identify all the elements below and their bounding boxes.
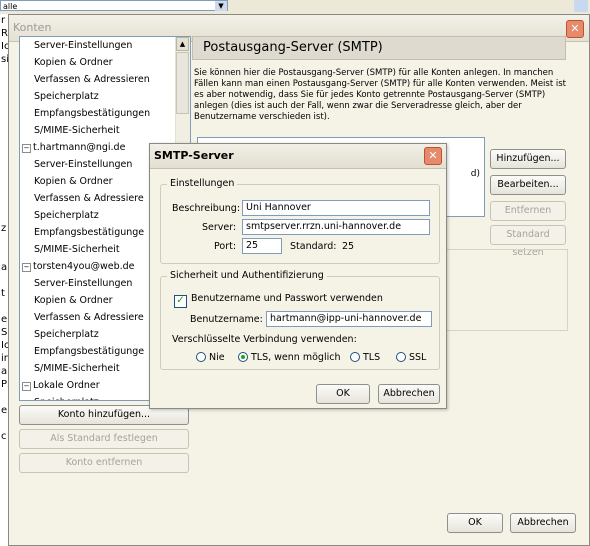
background-toolbar: alle ▼ <box>0 0 590 15</box>
tree-node-label: Speicherplatz <box>34 210 99 221</box>
tree-node-label: Lokale Ordner <box>33 380 100 391</box>
encryption-radio-label: SSL <box>409 352 427 363</box>
smtp-dialog-ok-button[interactable]: OK <box>316 384 370 404</box>
collapse-icon[interactable]: − <box>22 263 31 272</box>
tree-node-label: Speicherplatz <box>34 329 99 340</box>
use-auth-label: Benutzername und Passwort verwenden <box>191 293 383 304</box>
encryption-radio-label: TLS <box>363 352 381 363</box>
smtp-remove-button[interactable]: Entfernen <box>490 201 566 221</box>
encryption-radio[interactable]: SSL <box>396 352 426 363</box>
smtp-panel-description: Sie können hier die Postausgang-Server (… <box>194 68 566 122</box>
tree-settings-node[interactable]: Kopien & Ordner <box>20 54 190 71</box>
description-label: Beschreibung: <box>172 203 241 214</box>
tree-node-label: Empfangsbestätigunge <box>34 227 145 238</box>
scroll-up-icon[interactable]: ▲ <box>176 37 189 51</box>
encryption-label: Verschlüsselte Verbindung verwenden: <box>172 334 357 345</box>
tree-node-label: Speicherplatz <box>34 397 99 400</box>
smtp-panel-title: Postausgang-Server (SMTP) <box>192 36 566 60</box>
cancel-button[interactable]: Abbrechen <box>510 513 576 533</box>
username-label: Benutzername: <box>190 314 263 325</box>
set-default-account-button[interactable]: Als Standard festlegen <box>19 429 189 449</box>
radio-dot-icon <box>396 352 406 362</box>
tree-node-label: Kopien & Ordner <box>34 295 113 306</box>
chevron-down-icon: ▼ <box>215 1 227 11</box>
server-label: Server: <box>202 222 237 233</box>
encryption-radio-label: TLS, wenn möglich <box>251 352 341 363</box>
encryption-radio-label: Nie <box>209 352 225 363</box>
tree-node-label: S/MIME-Sicherheit <box>34 363 120 374</box>
background-folder-select[interactable]: alle ▼ <box>0 0 228 11</box>
encryption-radio[interactable]: TLS <box>350 352 380 363</box>
collapse-icon[interactable]: − <box>22 144 31 153</box>
default-port-label: Standard: <box>290 241 337 252</box>
radio-dot-icon <box>350 352 360 362</box>
dialog-title: Konten <box>13 21 52 34</box>
tree-node-label: torsten4you@web.de <box>33 261 135 272</box>
security-legend: Sicherheit und Authentifizierung <box>167 270 327 281</box>
settings-legend: Einstellungen <box>167 178 238 189</box>
tree-node-label: Server-Einstellungen <box>34 40 133 51</box>
tree-node-label: Kopien & Ordner <box>34 57 113 68</box>
smtp-server-dialog: SMTP-Server ✕ Einstellungen Beschreibung… <box>149 143 447 409</box>
tree-settings-node[interactable]: Speicherplatz <box>20 88 190 105</box>
collapse-icon[interactable]: − <box>22 382 31 391</box>
tree-node-label: Verfassen & Adressiere <box>34 312 144 323</box>
tree-node-label: Empfangsbestätigungen <box>34 108 151 119</box>
close-icon[interactable]: ✕ <box>566 20 584 38</box>
tree-node-label: S/MIME-Sicherheit <box>34 244 120 255</box>
smtp-edit-button[interactable]: Bearbeiten... <box>490 175 566 195</box>
tree-node-label: Kopien & Ordner <box>34 176 113 187</box>
username-input[interactable]: hartmann@ipp-uni-hannover.de <box>266 311 432 327</box>
remove-account-button[interactable]: Konto entfernen <box>19 453 189 473</box>
default-port-value: 25 <box>342 241 355 252</box>
checkmark-icon: ✓ <box>174 295 187 308</box>
tree-node-label: Empfangsbestätigunge <box>34 346 145 357</box>
tree-settings-node[interactable]: Empfangsbestätigungen <box>20 105 190 122</box>
tree-node-label: t.hartmann@ngi.de <box>33 142 126 153</box>
port-input[interactable]: 25 <box>242 238 282 254</box>
background-folder-select-value: alle <box>3 2 18 11</box>
smtp-dialog-titlebar: SMTP-Server ✕ <box>150 144 446 169</box>
tree-node-label: Server-Einstellungen <box>34 278 133 289</box>
encryption-radio[interactable]: Nie <box>196 352 225 363</box>
tree-settings-node[interactable]: Verfassen & Adressieren <box>20 71 190 88</box>
scroll-thumb[interactable] <box>176 52 189 114</box>
radio-dot-icon <box>238 352 248 362</box>
tree-node-label: Server-Einstellungen <box>34 159 133 170</box>
tree-node-label: Verfassen & Adressiere <box>34 193 144 204</box>
smtp-set-default-button[interactable]: Standard setzen <box>490 225 566 258</box>
tree-node-label: Verfassen & Adressieren <box>34 74 150 85</box>
tree-settings-node[interactable]: Server-Einstellungen <box>20 37 190 54</box>
encryption-radio[interactable]: TLS, wenn möglich <box>238 352 340 363</box>
smtp-add-button[interactable]: Hinzufügen... <box>490 149 566 169</box>
tree-settings-node[interactable]: S/MIME-Sicherheit <box>20 122 190 139</box>
smtp-dialog-title: SMTP-Server <box>154 149 234 162</box>
smtp-dialog-cancel-button[interactable]: Abbrechen <box>378 384 440 404</box>
use-auth-checkbox[interactable]: ✓ Benutzername und Passwort verwenden <box>174 293 383 308</box>
tree-node-label: Speicherplatz <box>34 91 99 102</box>
radio-dot-icon <box>196 352 206 362</box>
smtp-server-list-item[interactable]: d) <box>471 169 480 179</box>
description-input[interactable]: Uni Hannover <box>242 200 430 216</box>
tree-node-label: S/MIME-Sicherheit <box>34 125 120 136</box>
search-icon[interactable] <box>574 0 588 12</box>
smtp-dialog-close-icon[interactable]: ✕ <box>424 147 442 165</box>
ok-button[interactable]: OK <box>447 513 503 533</box>
port-label: Port: <box>214 241 237 252</box>
server-input[interactable]: smtpserver.rrzn.uni-hannover.de <box>242 219 430 235</box>
